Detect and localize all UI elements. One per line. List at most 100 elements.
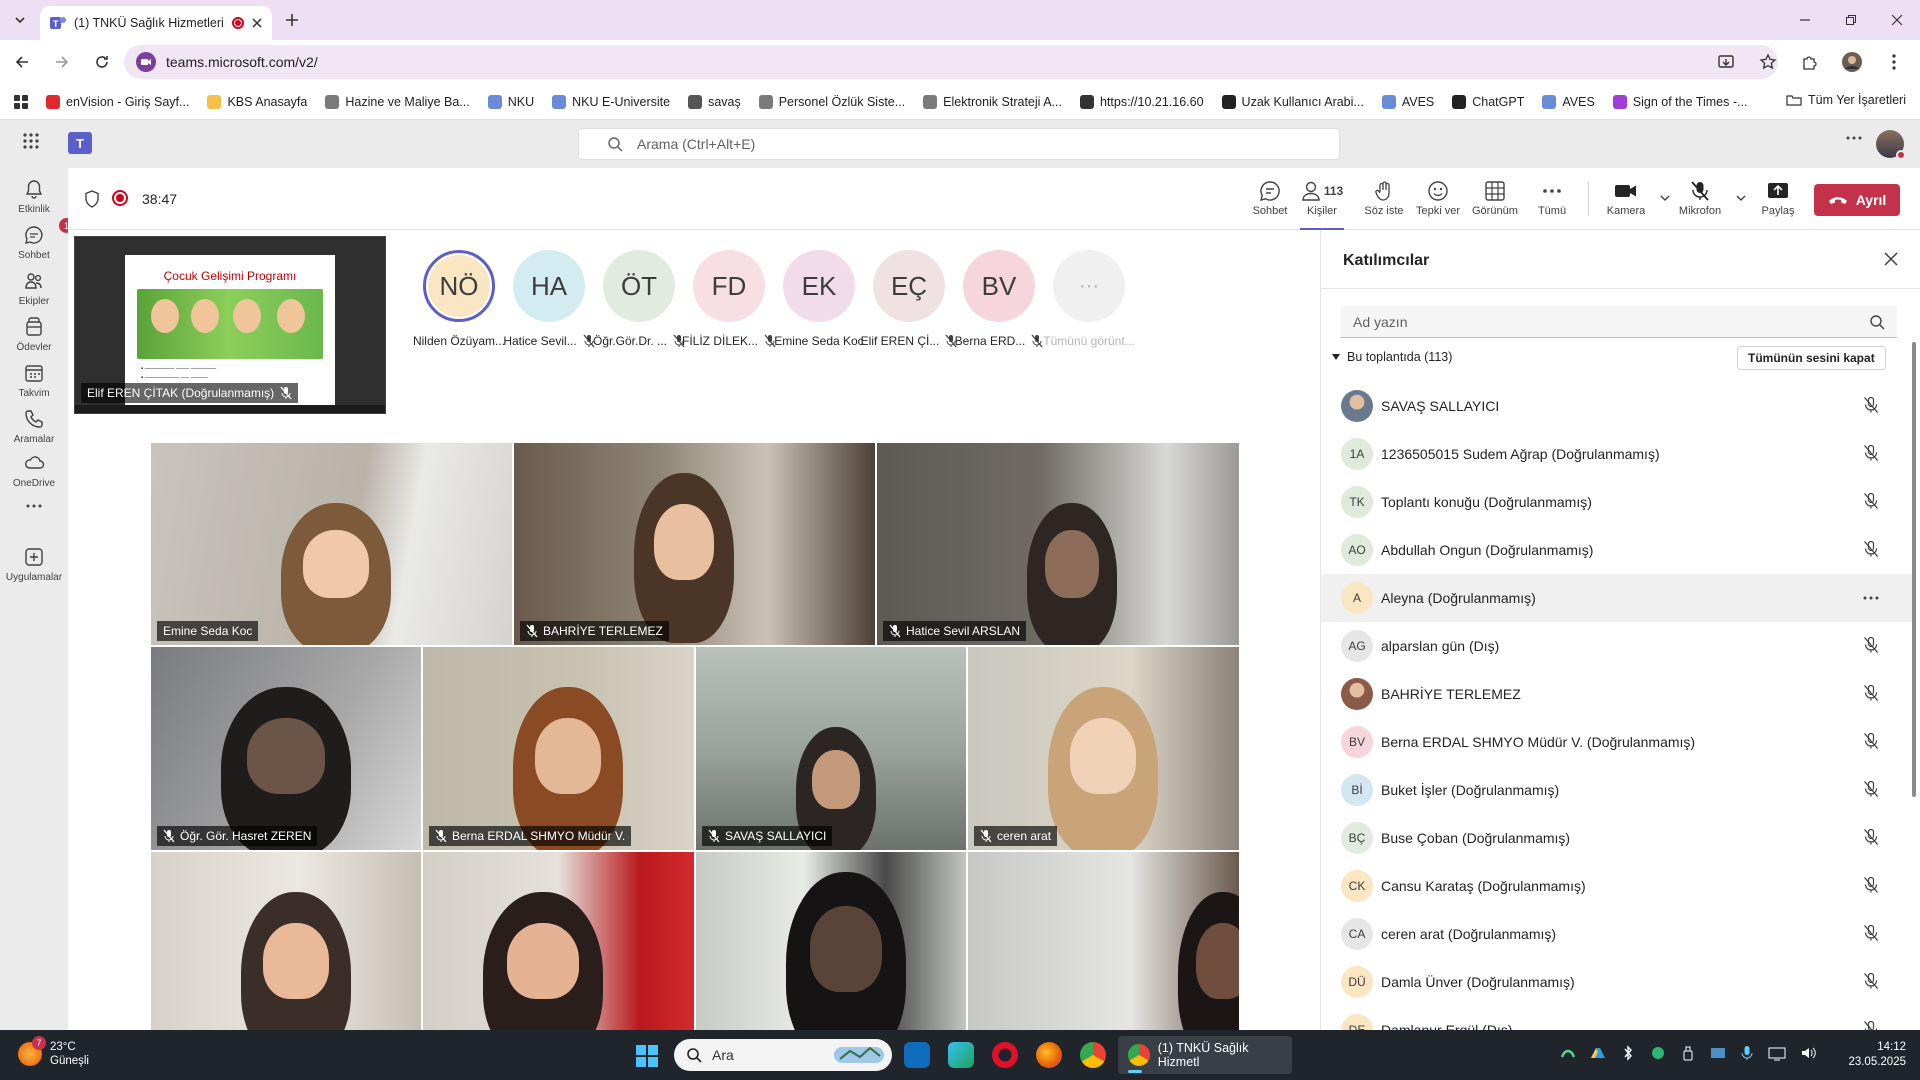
- system-clock[interactable]: 14:12 23.05.2025: [1848, 1040, 1906, 1070]
- rail-item-bell[interactable]: Etkinlik: [0, 178, 68, 215]
- see-all-participants[interactable]: ··· Tümünü görünt...: [1034, 250, 1144, 348]
- taskbar-search[interactable]: Ara: [674, 1039, 892, 1071]
- tray-app-icon[interactable]: [1560, 1045, 1576, 1061]
- close-window-button[interactable]: [1874, 0, 1920, 40]
- apps-grid-icon[interactable]: [14, 94, 28, 109]
- people-button[interactable]: 113 Kişiler: [1300, 180, 1344, 230]
- rail-item-add-apps[interactable]: Uygulamalar: [0, 546, 68, 583]
- rail-item-chat[interactable]: 1 Sohbet: [0, 218, 74, 261]
- rail-item-teams[interactable]: Ekipler: [0, 270, 68, 307]
- participant-list-item[interactable]: BV Berna ERDAL SHMYO Müdür V. (Doğrulanma…: [1321, 718, 1913, 766]
- participant-list-item[interactable]: CK Cansu Karataş (Doğrulanmamış): [1321, 862, 1913, 910]
- extensions-button[interactable]: [1792, 44, 1828, 80]
- rail-item-calendar[interactable]: Takvim: [0, 362, 68, 399]
- more-options-icon[interactable]: [1863, 596, 1879, 600]
- video-tile[interactable]: Berna ERDAL SHMYO Müdür V.: [422, 646, 695, 851]
- bookmark-item[interactable]: AVES: [1542, 94, 1595, 109]
- firefox-app-icon[interactable]: [1036, 1042, 1062, 1068]
- opera-app-icon[interactable]: [992, 1042, 1018, 1068]
- bookmark-item[interactable]: enVision - Giriş Sayf...: [46, 94, 189, 109]
- mic-options-chevron-icon[interactable]: [1736, 194, 1746, 202]
- new-tab-button[interactable]: [280, 8, 304, 32]
- bookmark-item[interactable]: Elektronik Strateji A...: [923, 94, 1062, 109]
- view-button[interactable]: Görünüm: [1472, 180, 1518, 217]
- video-tile[interactable]: Emine Seda Koc: [150, 442, 513, 646]
- forward-button[interactable]: [44, 44, 80, 80]
- tab-list-button[interactable]: [8, 8, 32, 32]
- site-info-icon[interactable]: [136, 52, 156, 72]
- edge-app-icon[interactable]: [948, 1042, 974, 1068]
- address-bar[interactable]: teams.microsoft.com/v2/: [124, 45, 1778, 79]
- bookmark-item[interactable]: Hazine ve Maliye Ba...: [325, 94, 470, 109]
- participant-list-item[interactable]: 1A 1236505015 Sudem Ağrap (Doğrulanmamış): [1321, 430, 1913, 478]
- bookmark-item[interactable]: NKU: [487, 94, 534, 109]
- camera-button[interactable]: Kamera: [1604, 180, 1648, 217]
- user-avatar[interactable]: [1876, 130, 1906, 160]
- bluetooth-icon[interactable]: [1620, 1045, 1636, 1061]
- reload-button[interactable]: [84, 44, 120, 80]
- bookmark-item[interactable]: KBS Anasayfa: [207, 94, 307, 109]
- participant-list-item[interactable]: A Aleyna (Doğrulanmamış): [1321, 574, 1913, 622]
- browser-tab-teams[interactable]: T (1) TNKÜ Sağlık Hizmetleri: [40, 6, 272, 40]
- outlook-app-icon[interactable]: [904, 1042, 930, 1068]
- bookmark-item[interactable]: savaş: [688, 94, 741, 109]
- camera-options-chevron-icon[interactable]: [1660, 194, 1670, 202]
- participant-list-item[interactable]: BÇ Buse Çoban (Doğrulanmamış): [1321, 814, 1913, 862]
- rail-more-apps[interactable]: [0, 504, 68, 508]
- all-bookmarks[interactable]: Tüm Yer İşaretleri: [1786, 93, 1906, 107]
- video-tile[interactable]: FİLİZ DİLEK: [150, 851, 422, 1056]
- taskbar-active-window[interactable]: (1) TNKÜ Sağlık Hizmetl: [1118, 1036, 1292, 1074]
- participant-list-item[interactable]: CA ceren arat (Doğrulanmamış): [1321, 910, 1913, 958]
- chat-button[interactable]: Sohbet: [1248, 180, 1292, 217]
- video-tile[interactable]: BAHRİYE TERLEMEZ: [513, 442, 876, 646]
- participant-list-item[interactable]: SAVAŞ SALLAYICI: [1321, 382, 1913, 430]
- browser-menu-button[interactable]: [1876, 44, 1912, 80]
- windows-start-icon[interactable]: [636, 1045, 658, 1067]
- display-icon[interactable]: [1710, 1045, 1726, 1061]
- microphone-tray-icon[interactable]: [1740, 1045, 1754, 1061]
- video-tile[interactable]: Nilden Özüyaman: [422, 851, 695, 1056]
- bookmark-star-button[interactable]: [1750, 44, 1786, 80]
- teams-search-input[interactable]: Arama (Ctrl+Alt+E): [578, 128, 1340, 160]
- share-button[interactable]: Paylaş: [1756, 180, 1800, 217]
- shield-icon[interactable]: [84, 190, 100, 208]
- app-launcher-icon[interactable]: [22, 132, 40, 150]
- participant-list-item[interactable]: Bİ Buket İşler (Doğrulanmamış): [1321, 766, 1913, 814]
- bookmark-item[interactable]: Personel Özlük Siste...: [758, 94, 905, 109]
- bookmark-item[interactable]: Sign of the Times -...: [1612, 94, 1747, 109]
- usb-icon[interactable]: [1680, 1045, 1696, 1061]
- video-tile[interactable]: Öğr. Gör. Hasret ZEREN: [150, 646, 422, 851]
- chrome-app-icon[interactable]: [1080, 1042, 1106, 1068]
- in-meeting-section-header[interactable]: Bu toplantıda (113): [1331, 350, 1452, 364]
- mute-all-button[interactable]: Tümünün sesini kapat: [1737, 346, 1886, 370]
- more-options-icon[interactable]: [1846, 136, 1862, 140]
- microphone-button[interactable]: Mikrofon: [1678, 180, 1722, 217]
- video-tile[interactable]: Elif EREN ÇİTAK: [695, 851, 967, 1056]
- bookmark-item[interactable]: ChatGPT: [1452, 94, 1524, 109]
- participant-search-input[interactable]: Ad yazın: [1341, 306, 1897, 338]
- weather-widget[interactable]: 7 23°C Güneşli: [18, 1036, 89, 1068]
- participant-list-item[interactable]: AG alparslan gün (Dış): [1321, 622, 1913, 670]
- bookmark-item[interactable]: https://10.21.16.60: [1079, 94, 1204, 109]
- rail-item-assignments[interactable]: Ödevler: [0, 316, 68, 353]
- network-icon[interactable]: [1768, 1045, 1786, 1061]
- volume-icon[interactable]: [1800, 1045, 1818, 1061]
- back-button[interactable]: [4, 44, 40, 80]
- video-tile[interactable]: Öğr.Gör.Dr. AYŞEGÜL İLHAN TARHAN: [967, 851, 1240, 1056]
- rail-item-cloud[interactable]: OneDrive: [0, 452, 68, 489]
- minimize-button[interactable]: [1782, 0, 1828, 40]
- more-button[interactable]: Tümü: [1530, 180, 1574, 217]
- raise-hand-button[interactable]: Söz iste: [1362, 180, 1406, 217]
- profile-button[interactable]: [1834, 44, 1870, 80]
- video-tile[interactable]: SAVAŞ SALLAYICI: [695, 646, 967, 851]
- restore-button[interactable]: [1828, 0, 1874, 40]
- vpn-icon[interactable]: [1650, 1045, 1666, 1061]
- participant-list-scrollbar[interactable]: [1912, 342, 1916, 797]
- screen-share-thumbnail[interactable]: Çocuk Gelişimi Programı ▪ ─────── ─── ──…: [74, 236, 386, 414]
- participant-list-item[interactable]: DÜ Damla Ünver (Doğrulanmamış): [1321, 958, 1913, 1006]
- react-button[interactable]: Tepki ver: [1416, 180, 1460, 217]
- tray-drive-icon[interactable]: [1590, 1045, 1606, 1061]
- participant-list-item[interactable]: BAHRİYE TERLEMEZ: [1321, 670, 1913, 718]
- leave-meeting-button[interactable]: Ayrıl: [1814, 184, 1900, 216]
- close-icon[interactable]: [1884, 252, 1898, 266]
